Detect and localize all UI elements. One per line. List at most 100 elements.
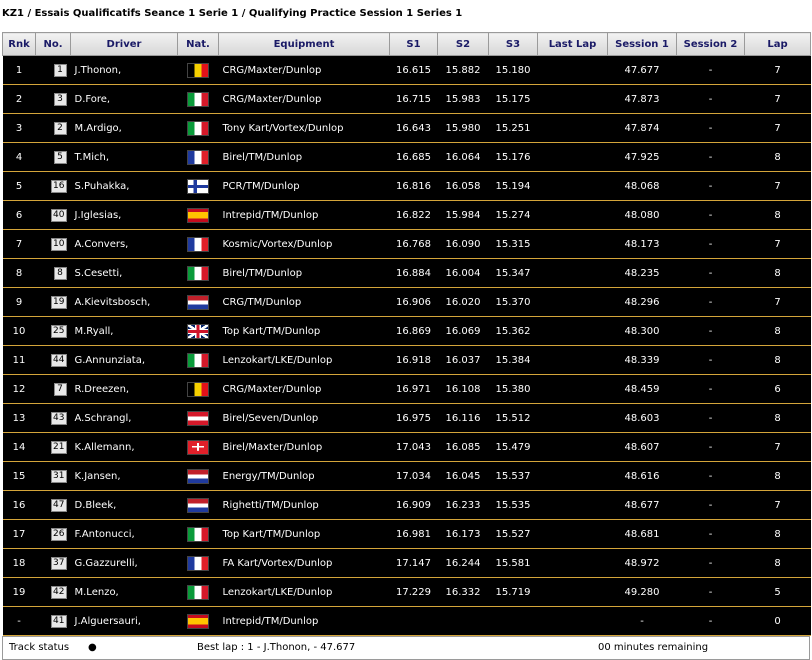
number-cell: 25 (35, 316, 71, 346)
table-row[interactable]: -41 J.Alguersauri, Intrepid/TM/Dunlop - -0 (2, 606, 811, 636)
session-1-cell: 48.459 (607, 374, 677, 404)
table-row[interactable]: 10 25 M.Ryall, Top Kart/TM/Dunlop 16.869 16.0… (2, 316, 811, 346)
rank-cell: 4 (2, 142, 36, 172)
last-lap-cell (537, 171, 608, 201)
session-1-cell: 48.603 (607, 403, 677, 433)
nationality-cell (177, 200, 219, 230)
equipment-cell: Kosmic/Vortex/Dunlop (218, 229, 390, 259)
s2-cell: 16.173 (437, 519, 489, 549)
driver-cell: J.Thonon, (70, 55, 178, 85)
s1-cell: 16.643 (389, 113, 438, 143)
time-remaining-text: 00 minutes remaining (598, 642, 709, 653)
lap-cell: 7 (744, 490, 811, 520)
session-1-cell: 47.925 (607, 142, 677, 172)
driver-cell: R.Dreezen, (70, 374, 178, 404)
last-lap-cell (537, 432, 608, 462)
table-row[interactable]: 7 10 A.Convers, Kosmic/Vortex/Dunlop 16.768 1… (2, 229, 811, 259)
table-row[interactable]: 18 37 G.Gazzurelli, FA Kart/Vortex/Dunlop 17… (2, 548, 811, 578)
session-2-cell: - (676, 374, 745, 404)
driver-cell: A.Schrangl, (70, 403, 178, 433)
session-2-cell: - (676, 345, 745, 375)
number-cell: 3 (35, 84, 71, 114)
results-grid: Rnk No. Driver Nat. Equipment S1 S2 S3 L… (2, 32, 811, 636)
s3-cell: 15.315 (488, 229, 538, 259)
driver-cell: D.Fore, (70, 84, 178, 114)
flag-icon (187, 207, 209, 223)
s1-cell: 17.043 (389, 432, 438, 462)
col-header-s1[interactable]: S1 (389, 32, 438, 56)
car-number-badge: 5 (53, 150, 67, 164)
number-cell: 16 (35, 171, 71, 201)
col-header-last-lap[interactable]: Last Lap (537, 32, 608, 56)
col-header-s2[interactable]: S2 (437, 32, 489, 56)
s3-cell: 15.362 (488, 316, 538, 346)
table-row[interactable]: 19 42 M.Lenzo, Lenzokart/LKE/Dunlop 17.229 16… (2, 577, 811, 607)
col-header-driver[interactable]: Driver (70, 32, 178, 56)
session-2-cell: - (676, 461, 745, 491)
table-row[interactable]: 1 1 J.Thonon, CRG/Maxter/Dunlop 16.615 15.882… (2, 55, 811, 85)
s2-cell: 16.058 (437, 171, 489, 201)
number-cell: 41 (35, 606, 71, 636)
car-number-badge: 31 (51, 469, 67, 483)
number-cell: 19 (35, 287, 71, 317)
nationality-cell (177, 490, 219, 520)
flag-icon (187, 381, 209, 397)
col-header-session-2[interactable]: Session 2 (676, 32, 745, 56)
last-lap-cell (537, 374, 608, 404)
session-1-cell: 48.681 (607, 519, 677, 549)
lap-cell: 7 (744, 229, 811, 259)
equipment-cell: CRG/Maxter/Dunlop (218, 55, 390, 85)
col-header-no[interactable]: No. (35, 32, 71, 56)
table-row[interactable]: 13 43 A.Schrangl, Birel/Seven/Dunlop 16.975 1… (2, 403, 811, 433)
col-header-lap[interactable]: Lap (744, 32, 811, 56)
last-lap-cell (537, 490, 608, 520)
session-2-cell: - (676, 316, 745, 346)
table-row[interactable]: 9 19 A.Kievitsbosch, CRG/TM/Dunlop 16.906 16.… (2, 287, 811, 317)
table-row[interactable]: 2 3 D.Fore, CRG/Maxter/Dunlop 16.715 15.983 15… (2, 84, 811, 114)
table-row[interactable]: 16 47 D.Bleek, Righetti/TM/Dunlop 16.909 16.2… (2, 490, 811, 520)
driver-cell: G.Annunziata, (70, 345, 178, 375)
table-row[interactable]: 6 40 J.Iglesias, Intrepid/TM/Dunlop 16.822 15… (2, 200, 811, 230)
table-row[interactable]: 12 7 R.Dreezen, CRG/Maxter/Dunlop 16.971 16.1… (2, 374, 811, 404)
session-1-cell: 48.339 (607, 345, 677, 375)
col-header-equipment[interactable]: Equipment (218, 32, 390, 56)
table-row[interactable]: 5 16 S.Puhakka, PCR/TM/Dunlop 16.816 16.058 15… (2, 171, 811, 201)
results-body: 1 1 J.Thonon, CRG/Maxter/Dunlop 16.615 15.882… (2, 55, 811, 636)
session-2-cell: - (676, 113, 745, 143)
col-header-rnk[interactable]: Rnk (2, 32, 36, 56)
lap-cell: 7 (744, 55, 811, 85)
equipment-cell: Top Kart/TM/Dunlop (218, 316, 390, 346)
col-header-nat[interactable]: Nat. (177, 32, 219, 56)
nationality-cell (177, 461, 219, 491)
equipment-cell: PCR/TM/Dunlop (218, 171, 390, 201)
session-2-cell: - (676, 606, 745, 636)
session-1-cell: - (607, 606, 677, 636)
table-row[interactable]: 3 2 M.Ardigo, Tony Kart/Vortex/Dunlop 16.643… (2, 113, 811, 143)
table-row[interactable]: 17 26 F.Antonucci, Top Kart/TM/Dunlop 16.981… (2, 519, 811, 549)
table-row[interactable]: 11 44 G.Annunziata, Lenzokart/LKE/Dunlop 16.… (2, 345, 811, 375)
nationality-cell (177, 577, 219, 607)
table-row[interactable]: 4 5 T.Mich, Birel/TM/Dunlop 16.685 16.064 15.1… (2, 142, 811, 172)
col-header-session-1[interactable]: Session 1 (607, 32, 677, 56)
s1-cell: 16.768 (389, 229, 438, 259)
s1-cell: 16.909 (389, 490, 438, 520)
best-lap-text: Best lap : 1 - J.Thonon, - 47.677 (197, 642, 356, 653)
col-header-s3[interactable]: S3 (488, 32, 538, 56)
s2-cell: 16.045 (437, 461, 489, 491)
table-row[interactable]: 14 21 K.Allemann, Birel/Maxter/Dunlop 17.043… (2, 432, 811, 462)
nationality-cell (177, 229, 219, 259)
s1-cell: 17.034 (389, 461, 438, 491)
last-lap-cell (537, 345, 608, 375)
s1-cell: 17.147 (389, 548, 438, 578)
s1-cell: 16.981 (389, 519, 438, 549)
nationality-cell (177, 345, 219, 375)
number-cell: 47 (35, 490, 71, 520)
table-row[interactable]: 15 31 K.Jansen, Energy/TM/Dunlop 17.034 16.04… (2, 461, 811, 491)
number-cell: 2 (35, 113, 71, 143)
flag-icon (187, 178, 209, 194)
s3-cell: 15.527 (488, 519, 538, 549)
table-row[interactable]: 8 8 S.Cesetti, Birel/TM/Dunlop 16.884 16.004 1… (2, 258, 811, 288)
last-lap-cell (537, 577, 608, 607)
flag-icon (187, 584, 209, 600)
last-lap-cell (537, 548, 608, 578)
